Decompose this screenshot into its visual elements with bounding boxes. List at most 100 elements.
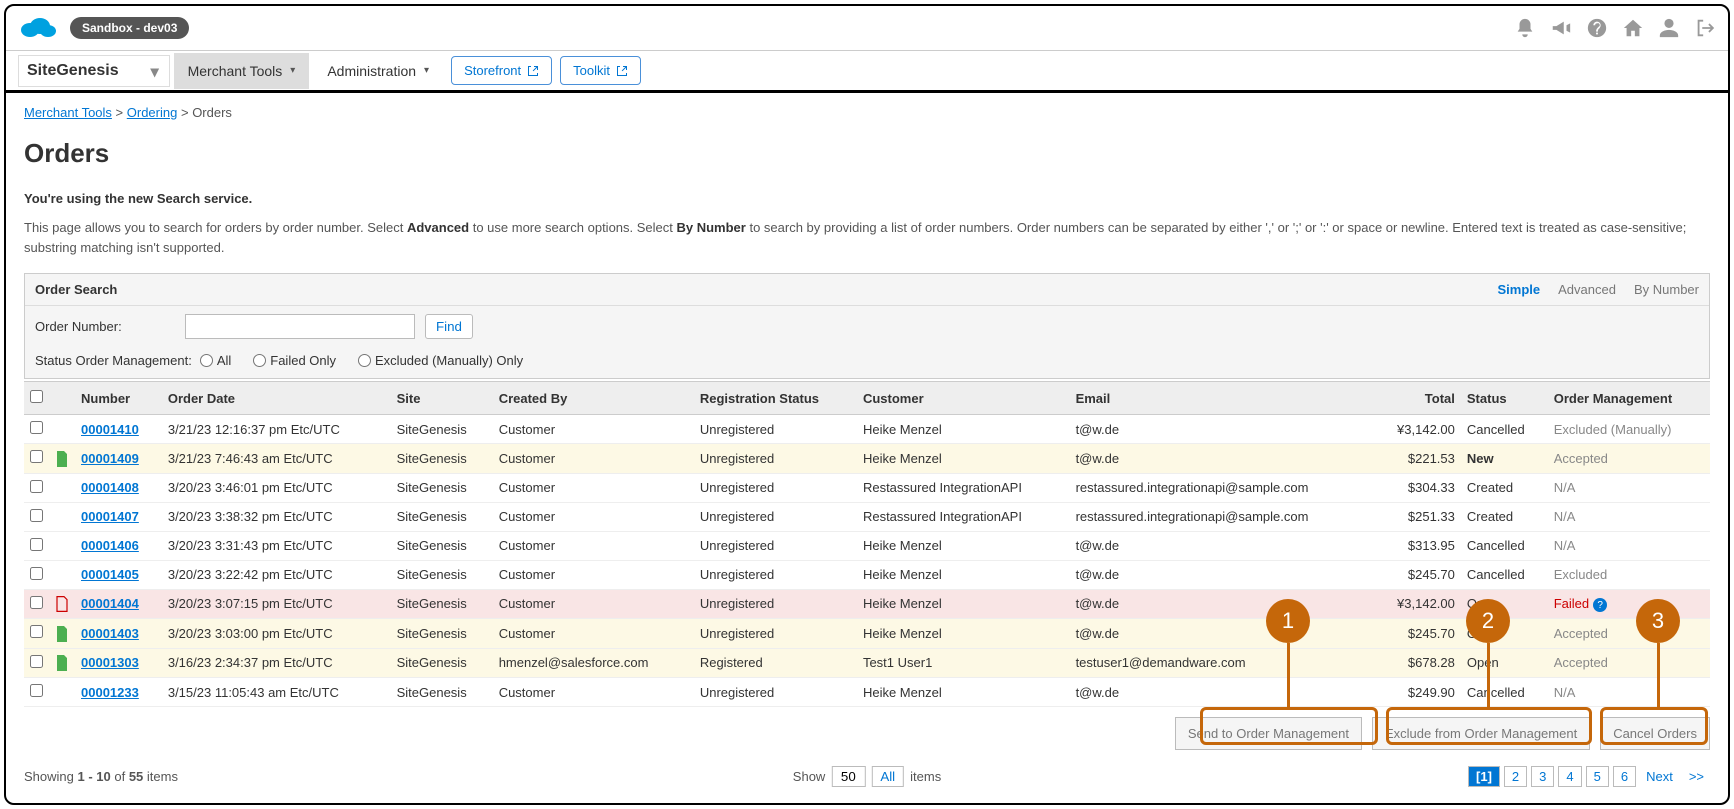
storefront-button[interactable]: Storefront <box>451 56 552 85</box>
toolkit-button[interactable]: Toolkit <box>560 56 641 85</box>
col-order-mgmt[interactable]: Order Management <box>1548 382 1710 415</box>
page-6[interactable]: 6 <box>1613 766 1636 787</box>
main-nav: SiteGenesis Merchant Tools▾ Administrati… <box>6 51 1728 93</box>
help-icon[interactable] <box>1586 17 1608 39</box>
select-all-checkbox[interactable] <box>30 390 43 403</box>
table-row: 00001408 3/20/23 3:46:01 pm Etc/UTCSiteGe… <box>24 473 1710 502</box>
cell-site: SiteGenesis <box>391 648 493 678</box>
col-created-by[interactable]: Created By <box>493 382 694 415</box>
cell-order-mgmt: Failed? <box>1548 589 1710 619</box>
order-number-link[interactable]: 00001405 <box>81 567 139 582</box>
order-number-link[interactable]: 00001233 <box>81 685 139 700</box>
cell-customer: Heike Menzel <box>857 678 1070 707</box>
chevron-down-icon: ▾ <box>424 65 429 76</box>
home-icon[interactable] <box>1622 17 1644 39</box>
find-button[interactable]: Find <box>425 314 473 339</box>
order-number-link[interactable]: 00001403 <box>81 626 139 641</box>
orders-table: Number Order Date Site Created By Regist… <box>24 381 1710 707</box>
document-failed-icon <box>55 596 69 612</box>
bell-icon[interactable] <box>1514 17 1536 39</box>
page-3[interactable]: 3 <box>1531 766 1554 787</box>
cell-date: 3/21/23 12:16:37 pm Etc/UTC <box>162 415 391 444</box>
cancel-orders-button[interactable]: Cancel Orders <box>1600 717 1710 750</box>
cell-site: SiteGenesis <box>391 473 493 502</box>
col-customer[interactable]: Customer <box>857 382 1070 415</box>
cell-status: Open <box>1461 648 1548 678</box>
radio-all[interactable]: All <box>200 353 231 368</box>
breadcrumb-merchant-tools[interactable]: Merchant Tools <box>24 105 112 120</box>
page-1[interactable]: [1] <box>1468 766 1500 787</box>
user-icon[interactable] <box>1658 17 1680 39</box>
send-to-om-button[interactable]: Send to Order Management <box>1175 717 1362 750</box>
cell-site: SiteGenesis <box>391 560 493 589</box>
tab-simple[interactable]: Simple <box>1498 282 1541 297</box>
col-number[interactable]: Number <box>75 382 162 415</box>
col-status[interactable]: Status <box>1461 382 1548 415</box>
order-number-link[interactable]: 00001408 <box>81 480 139 495</box>
col-reg-status[interactable]: Registration Status <box>694 382 857 415</box>
info-banner: You're using the new Search service. <box>24 191 1710 206</box>
row-checkbox[interactable] <box>30 450 43 463</box>
page-2[interactable]: 2 <box>1504 766 1527 787</box>
row-checkbox[interactable] <box>30 625 43 638</box>
chevron-down-icon: ▾ <box>290 65 295 76</box>
help-icon[interactable]: ? <box>1593 598 1607 612</box>
radio-excluded[interactable]: Excluded (Manually) Only <box>358 353 523 368</box>
order-number-link[interactable]: 00001407 <box>81 509 139 524</box>
page-numbers: [1]23456Next>> <box>1468 766 1710 787</box>
row-checkbox[interactable] <box>30 421 43 434</box>
exclude-from-om-button[interactable]: Exclude from Order Management <box>1372 717 1590 750</box>
nav-merchant-tools[interactable]: Merchant Tools▾ <box>174 53 310 89</box>
row-checkbox[interactable] <box>30 509 43 522</box>
cell-date: 3/20/23 3:07:15 pm Etc/UTC <box>162 589 391 619</box>
row-checkbox[interactable] <box>30 655 43 668</box>
page-4[interactable]: 4 <box>1558 766 1581 787</box>
row-checkbox[interactable] <box>30 596 43 609</box>
tab-by-number[interactable]: By Number <box>1634 282 1699 297</box>
order-number-link[interactable]: 00001409 <box>81 451 139 466</box>
page-size-control: Show All items <box>793 766 941 787</box>
col-site[interactable]: Site <box>391 382 493 415</box>
document-accepted-icon <box>55 655 69 671</box>
radio-failed[interactable]: Failed Only <box>253 353 336 368</box>
nav-administration[interactable]: Administration▾ <box>313 53 443 89</box>
row-checkbox[interactable] <box>30 538 43 551</box>
cell-order-mgmt: Accepted <box>1548 444 1710 474</box>
breadcrumb-ordering[interactable]: Ordering <box>127 105 178 120</box>
cell-date: 3/20/23 3:46:01 pm Etc/UTC <box>162 473 391 502</box>
cell-created-by: Customer <box>493 415 694 444</box>
cell-email: testuser1@demandware.com <box>1070 648 1374 678</box>
site-selector[interactable]: SiteGenesis <box>18 55 170 87</box>
row-checkbox[interactable] <box>30 684 43 697</box>
tab-advanced[interactable]: Advanced <box>1558 282 1616 297</box>
cell-total: $249.90 <box>1374 678 1461 707</box>
row-checkbox[interactable] <box>30 567 43 580</box>
order-number-input[interactable] <box>185 314 415 339</box>
table-row: 000014093/21/23 7:46:43 am Etc/UTCSiteGe… <box>24 444 1710 474</box>
cell-email: t@w.de <box>1070 444 1374 474</box>
logout-icon[interactable] <box>1694 17 1716 39</box>
col-total[interactable]: Total <box>1374 382 1461 415</box>
cell-reg-status: Unregistered <box>694 619 857 649</box>
col-email[interactable]: Email <box>1070 382 1374 415</box>
page-last[interactable]: >> <box>1683 767 1710 786</box>
cell-total: $251.33 <box>1374 502 1461 531</box>
table-row: 000014103/21/23 12:16:37 pm Etc/UTCSiteG… <box>24 415 1710 444</box>
order-number-link[interactable]: 00001404 <box>81 596 139 611</box>
page-next[interactable]: Next <box>1640 767 1679 786</box>
order-search-panel: Order Search Simple Advanced By Number O… <box>24 273 1710 379</box>
show-all-button[interactable]: All <box>871 766 904 787</box>
page-size-input[interactable] <box>831 766 865 787</box>
table-header-row: Number Order Date Site Created By Regist… <box>24 382 1710 415</box>
col-order-date[interactable]: Order Date <box>162 382 391 415</box>
topbar: Sandbox - dev03 <box>6 6 1728 51</box>
row-checkbox[interactable] <box>30 480 43 493</box>
status-om-label: Status Order Management: <box>35 353 192 368</box>
cell-email: t@w.de <box>1070 589 1374 619</box>
order-number-link[interactable]: 00001303 <box>81 655 139 670</box>
page-5[interactable]: 5 <box>1586 766 1609 787</box>
order-number-link[interactable]: 00001410 <box>81 422 139 437</box>
info-description: This page allows you to search for order… <box>24 218 1710 257</box>
megaphone-icon[interactable] <box>1550 17 1572 39</box>
order-number-link[interactable]: 00001406 <box>81 538 139 553</box>
